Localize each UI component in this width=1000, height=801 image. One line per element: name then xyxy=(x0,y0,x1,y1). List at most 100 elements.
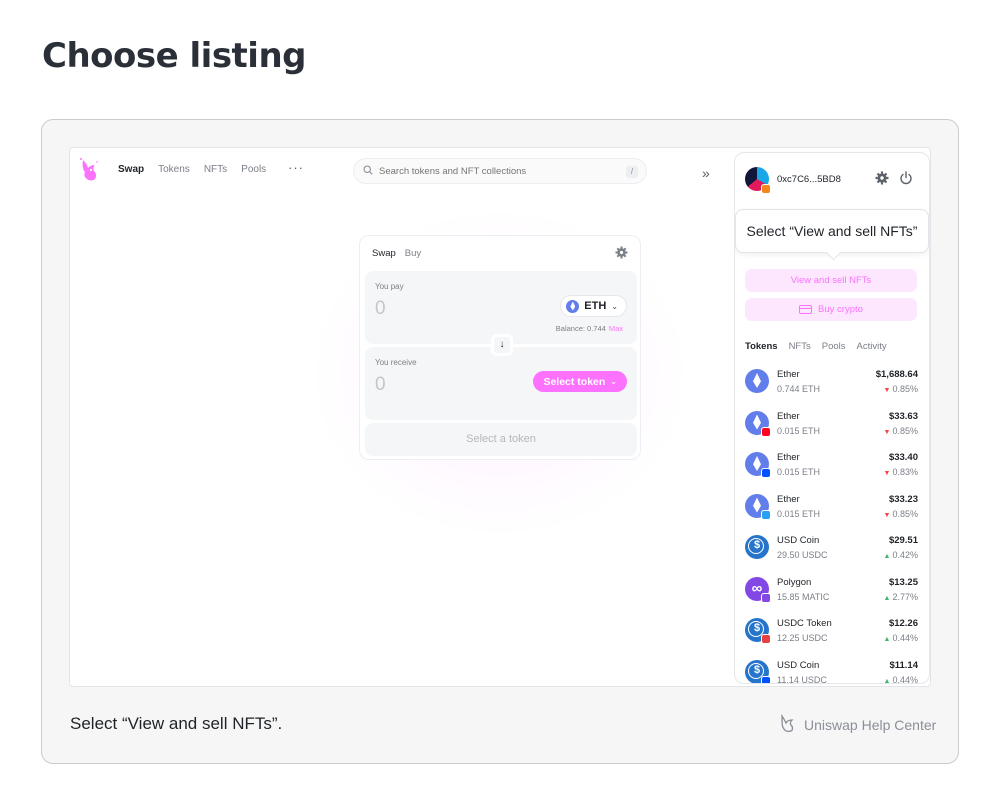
token-change: ▼ 0.85% xyxy=(884,384,918,394)
switch-direction-arrow-icon[interactable]: ↓ xyxy=(491,334,513,356)
credit-card-icon xyxy=(799,305,813,314)
account-address[interactable]: 0xc7C6...5BD8 xyxy=(777,174,841,185)
receive-amount-input[interactable]: 0 xyxy=(375,374,386,396)
token-row[interactable]: Ether 0.015 ETH $33.40 ▼ 0.83% xyxy=(735,446,929,488)
swap-card: Swap Buy You pay 0 ETH ⌄ Balance: 0.744 M… xyxy=(359,235,641,460)
buy-crypto-label: Buy crypto xyxy=(818,304,863,315)
power-icon[interactable] xyxy=(899,171,913,185)
token-balance: 0.015 ETH xyxy=(777,508,821,519)
token-change-value: 0.44% xyxy=(892,674,918,684)
top-nav: Swap Tokens NFTs Pools ··· / » xyxy=(70,148,730,194)
token-change: ▲ 2.77% xyxy=(884,592,918,602)
view-and-sell-nfts-button[interactable]: View and sell NFTs xyxy=(745,269,917,292)
nav-pools[interactable]: Pools xyxy=(241,164,266,175)
pay-token-selector[interactable]: ETH ⌄ xyxy=(560,295,627,317)
token-change-value: 0.85% xyxy=(892,425,918,436)
step-caption: Select “View and sell NFTs”. xyxy=(70,714,283,733)
token-change-value: 0.83% xyxy=(892,467,918,477)
token-row[interactable]: Ether 0.015 ETH $33.23 ▼ 0.85% xyxy=(735,488,929,530)
tab-swap[interactable]: Swap xyxy=(372,248,396,259)
optimism-chain-icon xyxy=(761,426,771,437)
token-row[interactable]: Ether 0.744 ETH $1,688.64 ▼ 0.85% xyxy=(735,363,929,405)
token-name: Polygon xyxy=(777,576,812,588)
polygon-chain-icon xyxy=(761,592,771,603)
token-name: USDC Token xyxy=(777,618,832,629)
token-change-value: 0.85% xyxy=(892,384,918,394)
max-button[interactable]: Max xyxy=(609,324,623,333)
more-menu-icon[interactable]: ··· xyxy=(288,160,304,175)
token-change-value: 0.85% xyxy=(892,508,918,519)
token-value: $13.25 xyxy=(888,576,918,588)
balance-text: Balance: 0.744 xyxy=(555,324,606,333)
triangle-up-icon: ▲ xyxy=(883,594,891,602)
token-name: Ether xyxy=(777,369,800,380)
nav-swap[interactable]: Swap xyxy=(118,164,144,175)
page-title: Choose listing xyxy=(42,36,307,76)
search-input[interactable] xyxy=(379,165,619,177)
token-value: $29.51 xyxy=(888,535,918,546)
account-drawer: 0xc7C6...5BD8 Select “View and sell NFTs… xyxy=(734,152,930,684)
base-chain-icon xyxy=(761,468,771,478)
token-balance: 0.015 ETH xyxy=(777,425,821,436)
triangle-down-icon: ▼ xyxy=(883,511,891,519)
token-change: ▲ 0.44% xyxy=(883,674,918,684)
search-icon xyxy=(363,162,373,180)
swap-settings-gear-icon[interactable] xyxy=(615,246,628,259)
you-pay-label: You pay xyxy=(375,282,404,291)
token-change: ▼ 0.85% xyxy=(884,509,918,519)
eth-token-icon xyxy=(745,369,769,393)
nav-tokens[interactable]: Tokens xyxy=(158,164,190,175)
triangle-down-icon: ▼ xyxy=(883,387,891,394)
triangle-up-icon: ▲ xyxy=(883,553,891,560)
token-balance: 11.14 USDC xyxy=(777,674,827,684)
triangle-up-icon: ▲ xyxy=(883,636,891,643)
uniswap-app-window: Swap Tokens NFTs Pools ··· / » Swap Buy … xyxy=(69,147,931,687)
token-balance: 29.50 USDC xyxy=(777,550,828,560)
token-row[interactable]: USDC Token 12.25 USDC $12.26 ▲0.44% xyxy=(735,612,929,654)
token-name: Ether xyxy=(777,410,800,422)
arbitrum-chain-icon xyxy=(761,509,771,520)
triangle-down-icon: ▼ xyxy=(883,470,891,477)
token-row[interactable]: Polygon 15.85 MATIC $13.25 ▲2.77% xyxy=(735,571,929,613)
token-value: $33.40 xyxy=(888,452,918,463)
portfolio-tabs: Tokens NFTs Pools Activity xyxy=(745,341,887,352)
token-change: ▼ 0.85% xyxy=(884,426,918,436)
usdc-token-icon xyxy=(745,535,769,559)
account-settings-gear-icon[interactable] xyxy=(875,171,889,185)
token-row[interactable]: Ether 0.015 ETH $33.63 ▼ 0.85% xyxy=(735,405,929,447)
token-value: $11.14 xyxy=(889,659,918,671)
tab-activity[interactable]: Activity xyxy=(857,341,887,352)
tab-pools[interactable]: Pools xyxy=(822,341,846,352)
you-receive-label: You receive xyxy=(375,358,417,367)
nav-nfts[interactable]: NFTs xyxy=(204,164,227,175)
token-balance: 0.015 ETH xyxy=(777,467,821,477)
token-value: $33.63 xyxy=(888,410,918,422)
token-row[interactable]: USD Coin 11.14 USDC $11.14 ▲0.44% xyxy=(735,654,929,684)
metamask-badge-icon xyxy=(761,184,771,194)
nav-links: Swap Tokens NFTs Pools xyxy=(118,164,266,175)
collapse-panel-icon[interactable]: » xyxy=(702,165,710,181)
token-change: ▼ 0.83% xyxy=(884,467,918,477)
uniswap-logo-icon[interactable] xyxy=(78,156,100,184)
token-name: USD Coin xyxy=(777,535,820,546)
tab-nfts[interactable]: NFTs xyxy=(789,341,811,352)
submit-button[interactable]: Select a token xyxy=(365,423,637,456)
uniswap-unicorn-icon xyxy=(778,713,798,736)
base-chain-icon xyxy=(761,675,771,683)
tab-buy[interactable]: Buy xyxy=(405,248,421,259)
tab-tokens[interactable]: Tokens xyxy=(745,341,778,352)
token-balance: 0.744 ETH xyxy=(777,384,821,394)
triangle-up-icon: ▲ xyxy=(883,677,891,684)
token-row[interactable]: USD Coin 29.50 USDC $29.51 ▲0.42% xyxy=(735,529,929,571)
buy-crypto-button[interactable]: Buy crypto xyxy=(745,298,917,321)
search-bar[interactable]: / xyxy=(353,158,647,184)
select-token-label: Select token xyxy=(543,375,606,388)
token-name: Ether xyxy=(777,493,800,505)
help-center-brand[interactable]: Uniswap Help Center xyxy=(778,713,936,736)
token-value: $12.26 xyxy=(888,618,918,629)
token-change: ▲ 0.44% xyxy=(884,633,918,643)
chevron-down-icon: ⌄ xyxy=(610,377,617,386)
eth-token-icon xyxy=(566,299,580,313)
pay-amount-input[interactable]: 0 xyxy=(375,298,386,320)
select-token-button[interactable]: Select token ⌄ xyxy=(533,371,627,392)
